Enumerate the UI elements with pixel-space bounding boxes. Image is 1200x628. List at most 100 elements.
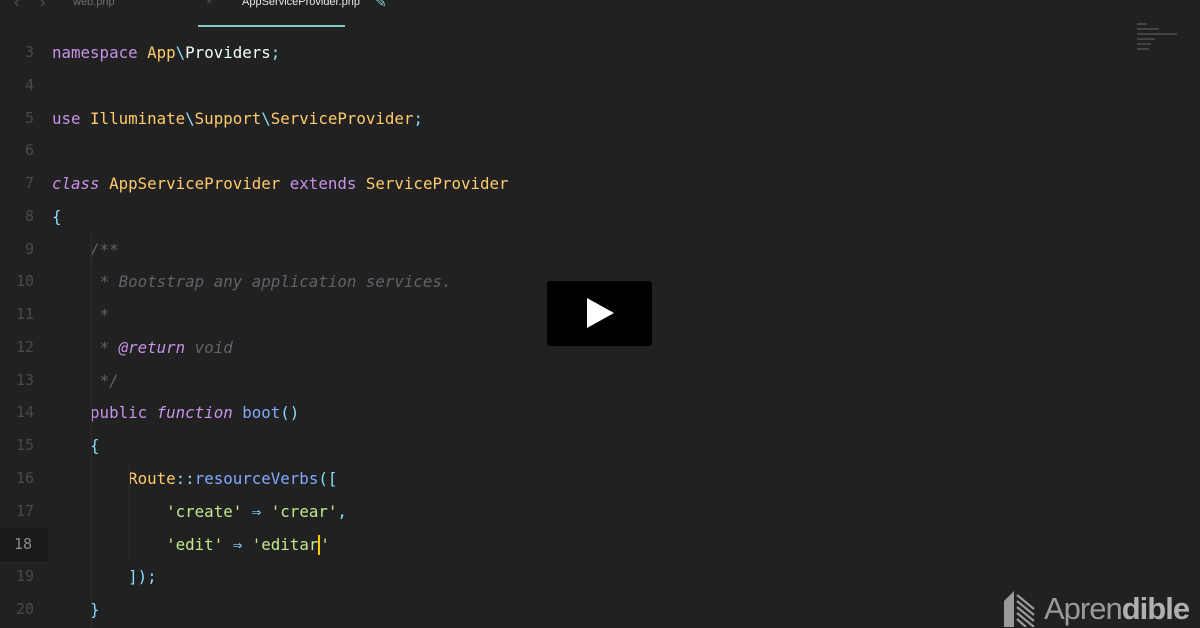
code-line[interactable]: 9 /**	[0, 233, 1130, 266]
code-line[interactable]: 7 class AppServiceProvider extends Servic…	[0, 167, 1130, 200]
line-number: 4	[24, 75, 34, 94]
code-token: void	[185, 337, 233, 357]
code-token: * Bootstrap any application services.	[99, 272, 452, 292]
line-number: 17	[15, 501, 34, 520]
code-line[interactable]: 8{	[0, 200, 1130, 233]
code-token: Illuminate	[90, 108, 186, 128]
code-line[interactable]: 4	[0, 69, 1130, 102]
line-number: 6	[24, 141, 34, 160]
code-line[interactable]: 16 Route::resourceVerbs([	[0, 462, 1130, 495]
code-token: '	[320, 534, 330, 554]
code-text: /**	[52, 233, 119, 266]
active-tab-indicator	[198, 25, 345, 27]
line-number: 7	[24, 174, 34, 193]
code-line[interactable]: 5 use Illuminate\Support\ServiceProvider;	[0, 102, 1130, 135]
minimap[interactable]	[1137, 20, 1187, 80]
code-text: Route::resourceVerbs([	[52, 462, 337, 495]
code-token: *	[99, 337, 119, 357]
line-number: 12	[15, 337, 34, 356]
code-line[interactable]: 13 */	[0, 364, 1130, 397]
code-token: Support	[194, 108, 262, 128]
code-text: * @return void	[52, 331, 233, 364]
back-icon[interactable]: ‹	[14, 0, 19, 12]
code-token: use	[52, 108, 91, 128]
line-number: 20	[15, 600, 34, 619]
code-line[interactable]: 3 namespace App\Providers;	[0, 36, 1130, 69]
code-token: 'editar	[251, 534, 319, 554]
code-token: ;	[413, 108, 423, 128]
code-text: */	[52, 364, 119, 397]
line-number: 18	[0, 527, 48, 561]
tab-app-service-provider[interactable]: AppServiceProvider.php	[242, 0, 360, 8]
indent-guide	[91, 232, 92, 628]
code-line[interactable]: 15 {	[0, 429, 1130, 462]
code-token: class	[52, 174, 110, 194]
code-token: ,	[337, 501, 347, 521]
code-line[interactable]: 19 ]);	[0, 560, 1130, 593]
code-token: 'create'	[166, 501, 243, 521]
code-token: Route	[128, 469, 176, 488]
logo-icon	[1004, 591, 1035, 627]
code-line[interactable]: 20 }	[0, 593, 1130, 626]
code-text: {	[52, 200, 62, 233]
line-number: 19	[15, 567, 34, 586]
line-number: 9	[24, 239, 34, 258]
code-text: }	[52, 593, 100, 626]
code-text: use Illuminate\Support\ServiceProvider;	[52, 102, 423, 135]
code-text: public function boot()	[52, 396, 299, 429]
code-token: 'edit'	[166, 534, 224, 554]
code-token: \	[185, 108, 195, 128]
code-token: {	[52, 206, 62, 226]
code-token: ]);	[128, 567, 157, 587]
aprendible-logo: Aprendible	[1004, 590, 1190, 628]
play-button[interactable]	[547, 281, 652, 346]
line-number: 13	[15, 370, 34, 389]
tab-web-php[interactable]: web.php	[73, 0, 115, 8]
line-number: 15	[15, 436, 34, 455]
code-token: resourceVerbs	[194, 469, 319, 488]
code-token: Providers	[185, 43, 271, 62]
code-token: AppServiceProvider	[109, 174, 290, 194]
code-text: * Bootstrap any application services.	[52, 265, 452, 298]
code-token: ([	[318, 469, 338, 488]
code-token: ()	[280, 403, 300, 423]
code-token: ServiceProvider	[365, 174, 509, 194]
line-number: 14	[15, 403, 34, 422]
code-token: boot	[242, 403, 281, 423]
indent-guide	[129, 462, 130, 562]
line-number: 5	[24, 108, 34, 127]
line-number: 16	[15, 469, 34, 487]
code-token: ;	[270, 43, 281, 62]
code-token: namespace	[52, 43, 148, 62]
code-line[interactable]: 17 'create' ⇒ 'crear',	[0, 495, 1130, 528]
code-text: 'edit' ⇒ 'editar '	[52, 528, 330, 561]
code-text: namespace App\Providers;	[52, 36, 280, 69]
code-token: App	[147, 43, 176, 62]
code-token: extends	[289, 174, 366, 194]
line-number: 8	[24, 206, 34, 225]
forward-icon[interactable]: ›	[40, 0, 45, 12]
code-text: class AppServiceProvider extends Service…	[52, 167, 509, 200]
code-token: ⇒	[223, 534, 252, 554]
line-number: 11	[15, 305, 34, 324]
code-text: 'create' ⇒ 'crear',	[52, 495, 347, 528]
code-line[interactable]: 6	[0, 134, 1130, 167]
close-icon[interactable]: ×	[206, 0, 212, 8]
code-line[interactable]: 14 public function boot()	[0, 396, 1130, 429]
code-line[interactable]: 18 'edit' ⇒ 'editar '	[0, 527, 1130, 561]
code-text: {	[52, 429, 100, 462]
code-token: ::	[175, 469, 195, 488]
code-token: @return	[118, 337, 186, 357]
code-token: function	[156, 403, 243, 423]
code-text: *	[52, 298, 110, 331]
code-token: \	[261, 108, 271, 128]
brand-light: Apren	[1044, 591, 1123, 626]
